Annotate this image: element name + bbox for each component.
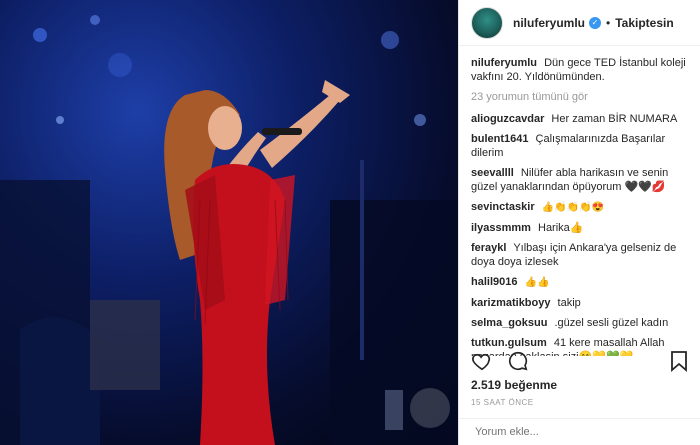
bookmark-icon[interactable]: [670, 350, 688, 372]
comment-username[interactable]: feraykl: [471, 242, 506, 254]
post-actions: [471, 350, 688, 372]
post-photo[interactable]: [0, 0, 458, 445]
add-comment-bar: [459, 418, 700, 445]
list-item: karizmatikboyy takip: [471, 296, 688, 310]
comment-username[interactable]: halil9016: [471, 276, 517, 288]
comment-username[interactable]: bulent1641: [471, 133, 528, 145]
comment-text: 👍👍: [524, 277, 550, 288]
comment-username[interactable]: selma_goksuu: [471, 317, 547, 329]
separator-dot: •: [606, 15, 611, 30]
list-item: feraykl Yılbaşı için Ankara'ya gelseniz …: [471, 241, 688, 269]
header-username[interactable]: niluferyumlu: [513, 16, 585, 30]
list-item: bulent1641 Çalışmalarınızda Başarılar di…: [471, 132, 688, 160]
comment-text: Her zaman BİR NUMARA: [551, 113, 678, 125]
list-item: selma_goksuu .güzel sesli güzel kadın: [471, 316, 688, 330]
list-item: alioguzcavdar Her zaman BİR NUMARA: [471, 112, 688, 126]
list-item: halil9016 👍👍: [471, 275, 688, 290]
comment-username[interactable]: karizmatikboyy: [471, 297, 550, 309]
comment-username[interactable]: ilyassmmm: [471, 222, 531, 234]
comment-bubble-icon[interactable]: [507, 350, 529, 372]
comment-username[interactable]: alioguzcavdar: [471, 113, 544, 125]
post-header: niluferyumlu ✓ • Takiptesin: [459, 0, 700, 46]
heart-icon[interactable]: [471, 350, 493, 372]
comment-username[interactable]: sevinctaskir: [471, 201, 535, 213]
list-item: sevinctaskir 👍👏👏👏😍: [471, 200, 688, 215]
caption-username[interactable]: niluferyumlu: [471, 57, 537, 69]
comment-username[interactable]: seevallll: [471, 167, 514, 179]
verified-icon: ✓: [589, 16, 602, 29]
post-timestamp[interactable]: 15 SAAT ÖNCE: [471, 398, 534, 407]
comment-text: Harika👍: [538, 222, 584, 234]
comments-list: niluferyumlu Dün gece TED İstanbul kolej…: [459, 46, 700, 356]
post-sidebar: niluferyumlu ✓ • Takiptesin niluferyumlu…: [458, 0, 700, 445]
caption: niluferyumlu Dün gece TED İstanbul kolej…: [471, 56, 688, 84]
avatar[interactable]: [471, 6, 503, 39]
list-item: ilyassmmm Harika👍: [471, 221, 688, 235]
list-item: seevallll Nilüfer abla harikasın ve seni…: [471, 166, 688, 194]
concert-scene: [0, 15, 458, 445]
comment-text: 👍👏👏👏😍: [541, 202, 604, 213]
follow-status-button[interactable]: Takiptesin: [615, 16, 673, 30]
comment-username[interactable]: tutkun.gulsum: [471, 337, 547, 349]
comment-text: takip: [557, 297, 581, 309]
comment-input[interactable]: [473, 425, 677, 439]
likes-count[interactable]: 2.519 beğenme: [471, 378, 557, 392]
view-all-comments-link[interactable]: 23 yorumun tümünü gör: [471, 90, 688, 104]
comment-text: .güzel sesli güzel kadın: [554, 317, 669, 329]
